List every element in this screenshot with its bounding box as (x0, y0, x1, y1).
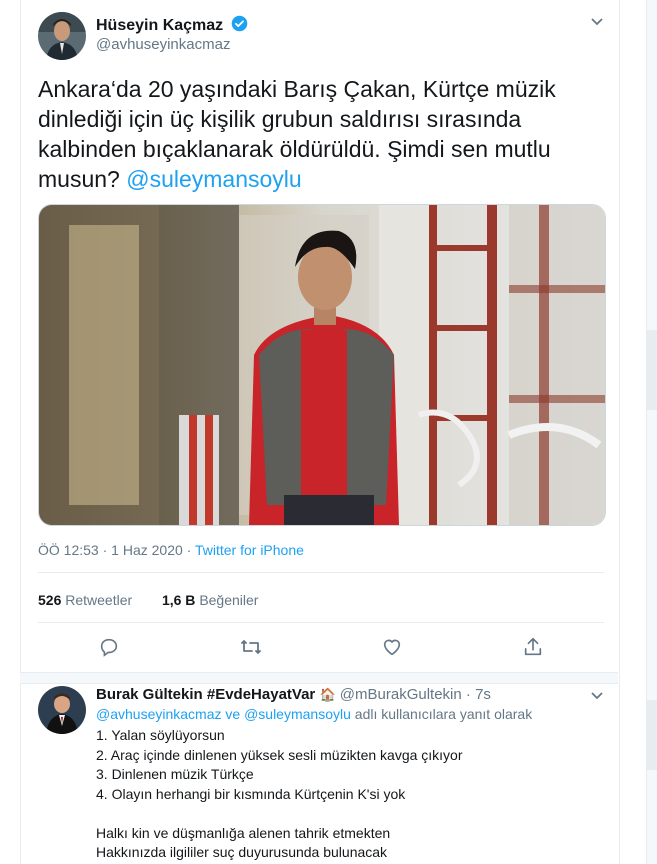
right-rail-panel (647, 330, 657, 410)
tweet-meta: ÖÖ 12:53 · 1 Haz 2020 · Twitter for iPho… (38, 542, 304, 558)
mention-link[interactable]: @suleymansoylu (126, 166, 301, 192)
tweet-text-line: kalbinden bıçaklanarak öldürüldü. Şimdi … (38, 136, 551, 162)
share-icon[interactable] (522, 636, 544, 663)
tweet-photo[interactable] (38, 204, 606, 526)
reply-author-name[interactable]: Burak Gültekin #EvdeHayatVar (96, 686, 315, 703)
tweet-source-link[interactable]: Twitter for iPhone (195, 542, 304, 558)
author-handle[interactable]: @avhuseyinkacmaz (96, 36, 230, 53)
verified-badge-icon (231, 15, 248, 37)
reply-author-avatar[interactable] (38, 686, 86, 734)
retweets-label: Retweetler (65, 592, 133, 608)
meta-separator: · (465, 686, 471, 703)
author-avatar[interactable] (38, 12, 86, 60)
conversation-separator (20, 672, 618, 684)
replying-and: ve (225, 706, 241, 722)
divider (38, 622, 604, 623)
author-name[interactable]: Hüseyin Kaçmaz (96, 15, 248, 37)
author-name-text[interactable]: Hüseyin Kaçmaz (96, 17, 223, 34)
likes-count: 1,6 B (161, 592, 196, 608)
mention-link[interactable]: @avhuseyinkacmaz (96, 706, 222, 722)
tweet-text-line: musun? @suleymansoylu (38, 164, 588, 194)
heart-icon[interactable] (381, 636, 403, 663)
tweet-stats: 526 Retweetler 1,6 B Beğeniler (38, 592, 258, 608)
reply-author-handle[interactable]: @mBurakGultekin (340, 686, 462, 703)
tweet-text-line: Ankara‘da 20 yaşındaki Barış Çakan, Kürt… (38, 76, 556, 102)
chevron-down-icon[interactable] (590, 688, 604, 704)
likes-label: Beğeniler (199, 592, 259, 608)
reply-text: 1. Yalan söylüyorsun 2. Araç içinde dinl… (96, 727, 463, 860)
tweet-text-line-prefix: musun? (38, 166, 120, 192)
reply-age[interactable]: 7s (475, 686, 491, 703)
tweet-text: Ankara‘da 20 yaşındaki Barış Çakan, Kürt… (38, 74, 588, 194)
tweet-text-line: dinlediği için üç kişilik grubun saldırı… (38, 106, 522, 132)
replying-to: @avhuseyinkacmaz ve @suleymansoylu adlı … (96, 706, 532, 722)
chevron-down-icon[interactable] (590, 14, 604, 30)
tweet-time[interactable]: ÖÖ 12:53 (38, 542, 99, 558)
replying-suffix: adlı kullanıcılara yanıt olarak (354, 706, 533, 722)
right-rail-panel (647, 700, 657, 770)
retweets-stat[interactable]: 526 Retweetler (38, 592, 132, 608)
retweets-count: 526 (38, 592, 62, 608)
reply-header: Burak Gültekin #EvdeHayatVar 🏠 @mBurakGu… (96, 686, 491, 703)
reply-icon[interactable] (98, 636, 120, 663)
meta-separator: · (186, 542, 192, 558)
house-emoji: 🏠 (319, 687, 336, 702)
meta-separator: · (102, 542, 108, 558)
right-rail (646, 0, 657, 864)
tweet-date[interactable]: 1 Haz 2020 (111, 542, 183, 558)
likes-stat[interactable]: 1,6 B Beğeniler (162, 592, 259, 608)
divider (38, 572, 604, 573)
retweet-icon[interactable] (239, 636, 263, 663)
mention-link[interactable]: @suleymansoylu (244, 706, 351, 722)
